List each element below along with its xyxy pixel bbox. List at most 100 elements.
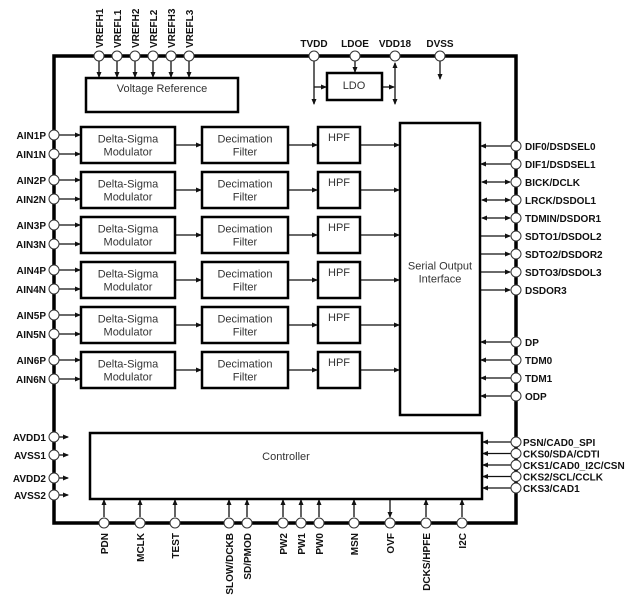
pin-pw2-label: PW2	[279, 533, 290, 555]
pin-pw1-label: PW1	[297, 533, 308, 555]
pin-ain4p	[48, 264, 60, 276]
pin-vrefh3	[165, 50, 177, 62]
pin-label-vrefl3: VREFL3	[185, 9, 196, 48]
decimation-label: Filter	[233, 282, 258, 294]
pin-dsdor3	[510, 284, 522, 296]
pin-cks2-scl-cclk	[510, 471, 522, 482]
pin-label-ain5n: AIN5N	[16, 330, 46, 341]
pin-vrefl3	[183, 50, 195, 62]
pin-label-avss2: AVSS2	[14, 491, 46, 502]
pin-pw1	[295, 517, 307, 529]
pin-slow-dckb-label: SLOW/DCKB	[225, 533, 236, 595]
controller-label: Controller	[262, 451, 310, 463]
pin-mclk-label: MCLK	[136, 532, 147, 562]
pin-vdd18	[389, 50, 401, 62]
pin-bick-dclk-label: BICK/DCLK	[525, 178, 581, 189]
pin-label-tvdd: TVDD	[300, 39, 327, 50]
pin-pw0-label: PW0	[315, 533, 326, 555]
pin-mclk	[134, 517, 146, 529]
pin-ain2p	[48, 174, 60, 186]
pin-label-ain3p: AIN3P	[17, 221, 47, 232]
pin-test-label: TEST	[171, 533, 182, 559]
decimation-label: Filter	[233, 192, 258, 204]
pin-vrefh2	[129, 50, 141, 62]
pin-dvss	[434, 50, 446, 62]
dsm-label: Delta-Sigma	[98, 134, 159, 146]
pin-i2c	[456, 517, 468, 529]
pin-psn-cad0_spi-label: PSN/CAD0_SPI	[523, 438, 595, 449]
pin-pw0	[313, 517, 325, 529]
pin-ldoe	[349, 50, 361, 62]
pin-dif0-dsdsel0	[510, 140, 522, 152]
pin-cks1-cad0_i2c-csn	[510, 459, 522, 471]
pin-tdmin-dsdor1	[510, 212, 522, 224]
pin-bick-dclk	[510, 176, 522, 188]
decimation-label: Decimation	[217, 179, 272, 191]
pin-ain5n	[48, 328, 60, 340]
pin-odp	[510, 390, 522, 402]
pin-label-vrefl2: VREFL2	[149, 9, 160, 48]
pin-label-dvss: DVSS	[426, 39, 454, 50]
pin-cks1-cad0_i2c-csn-label: CKS1/CAD0_I2C/CSN	[523, 461, 625, 472]
hpf-label: HPF	[328, 132, 350, 144]
pin-label-ain5p: AIN5P	[17, 311, 47, 322]
pin-tdm1-label: TDM1	[525, 374, 553, 385]
pin-ain6p	[48, 354, 60, 366]
pin-pw2	[277, 517, 289, 529]
dsm-label: Delta-Sigma	[98, 224, 159, 236]
pin-dcks-hpfe	[420, 517, 432, 529]
pin-ain1p	[48, 129, 60, 141]
serial-output-label: Serial Output	[408, 261, 472, 273]
dsm-label: Modulator	[104, 282, 153, 294]
pin-tdm0	[510, 354, 522, 366]
pin-label-vrefh2: VREFH2	[131, 8, 142, 48]
dsm-label: Modulator	[104, 147, 153, 159]
pin-label-ain3n: AIN3N	[16, 240, 46, 251]
pin-label-avdd2: AVDD2	[13, 474, 47, 485]
pin-msn-label: MSN	[350, 533, 361, 555]
pin-label-vdd18: VDD18	[379, 39, 412, 50]
controller-block	[88, 431, 484, 501]
pin-tdmin-dsdor1-label: TDMIN/DSDOR1	[525, 214, 602, 225]
pin-dp	[510, 336, 522, 348]
pin-ain2n	[48, 193, 60, 205]
pin-ain3n	[48, 238, 60, 250]
decimation-label: Filter	[233, 327, 258, 339]
pin-label-vrefh1: VREFH1	[95, 8, 106, 48]
decimation-label: Decimation	[217, 269, 272, 281]
hpf-label: HPF	[328, 267, 350, 279]
dsm-label: Delta-Sigma	[98, 359, 159, 371]
pin-ain6n	[48, 373, 60, 385]
pin-avss1	[48, 449, 60, 461]
hpf-label: HPF	[328, 177, 350, 189]
decimation-label: Decimation	[217, 134, 272, 146]
pin-label-avss1: AVSS1	[14, 451, 46, 462]
pin-sdto3-dsdol3	[510, 266, 522, 278]
pin-tdm0-label: TDM0	[525, 356, 553, 367]
pin-ovf-label: OVF	[386, 533, 397, 554]
dsm-label: Modulator	[104, 327, 153, 339]
pin-sdto2-dsdor2-label: SDTO2/DSDOR2	[525, 250, 603, 261]
dsm-label: Modulator	[104, 192, 153, 204]
pin-sdto1-dsdol2-label: SDTO1/DSDOL2	[525, 232, 602, 243]
ldo-label: LDO	[343, 80, 366, 92]
decimation-label: Decimation	[217, 359, 272, 371]
pin-label-ain6n: AIN6N	[16, 375, 46, 386]
pin-sdto3-dsdol3-label: SDTO3/DSDOL3	[525, 268, 602, 279]
pin-dif1-dsdsel1-label: DIF1/DSDSEL1	[525, 160, 596, 171]
decimation-label: Filter	[233, 147, 258, 159]
pin-cks0-sda-cdti	[510, 448, 522, 459]
pin-label-ain1p: AIN1P	[17, 131, 47, 142]
pin-pdn-label: PDN	[100, 533, 111, 554]
dsm-label: Modulator	[104, 372, 153, 384]
pin-label-ldoe: LDOE	[341, 39, 369, 50]
pin-label-ain2n: AIN2N	[16, 195, 46, 206]
dsm-label: Modulator	[104, 237, 153, 249]
pin-lrck-dsdol1	[510, 194, 522, 206]
pin-label-vrefh3: VREFH3	[167, 8, 178, 48]
pin-slow-dckb	[223, 517, 235, 529]
pin-msn	[348, 517, 360, 529]
pin-sd-pmod-label: SD/PMOD	[243, 533, 254, 580]
pin-dsdor3-label: DSDOR3	[525, 286, 567, 297]
pin-label-ain4n: AIN4N	[16, 285, 46, 296]
